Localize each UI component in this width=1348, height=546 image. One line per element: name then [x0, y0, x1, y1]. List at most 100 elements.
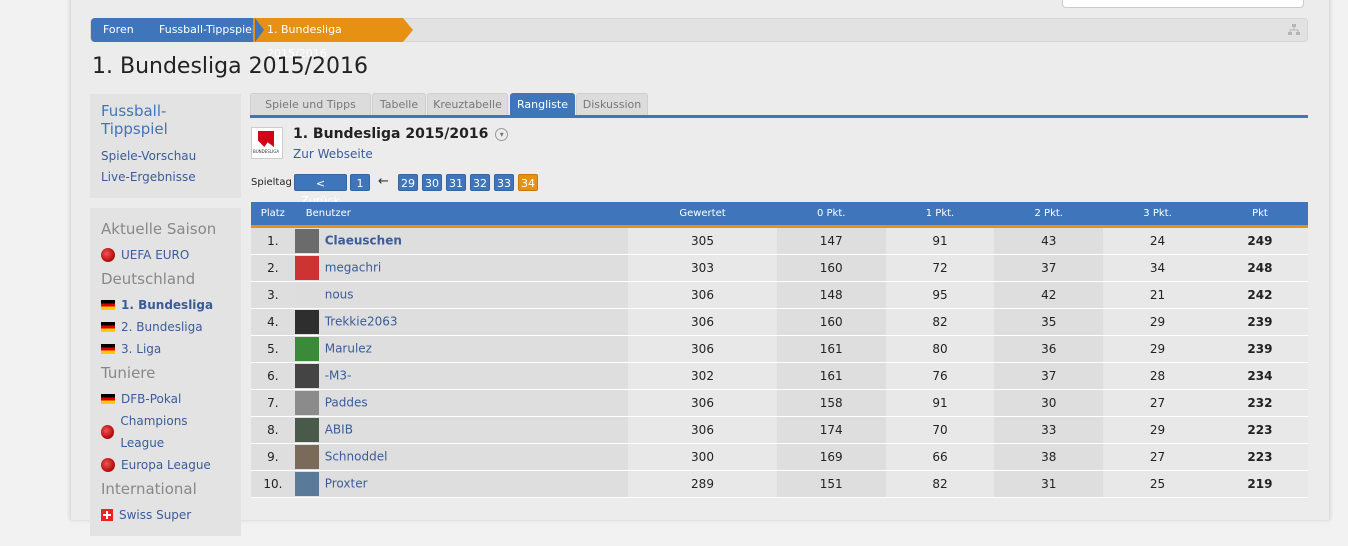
- table-row: 2. megachri 303 160 72 37 34 248: [251, 254, 1308, 282]
- cell-2-pkt: 42: [994, 281, 1104, 309]
- user-link[interactable]: nous: [325, 288, 354, 302]
- avatar[interactable]: [294, 418, 319, 442]
- tab-tabelle[interactable]: Tabelle: [372, 93, 426, 115]
- header-benutzer[interactable]: Benutzer: [294, 202, 629, 228]
- cell-pkt: 223: [1211, 416, 1308, 444]
- search-input[interactable]: [1062, 0, 1304, 8]
- avatar[interactable]: [294, 283, 319, 307]
- uefa-icon: [101, 248, 115, 262]
- user-link[interactable]: megachri: [325, 261, 382, 275]
- tab-spiele-und-tipps[interactable]: Spiele und Tipps: [250, 93, 371, 115]
- link-zur-webseite[interactable]: Zur Webseite: [293, 147, 373, 161]
- avatar[interactable]: [294, 310, 319, 334]
- page-button-31[interactable]: 31: [446, 174, 466, 191]
- cell-gewertet: 306: [628, 308, 777, 336]
- avatar[interactable]: [294, 472, 319, 496]
- league-title-text: 1. Bundesliga 2015/2016: [293, 126, 489, 142]
- cell-0-pkt: 174: [776, 416, 886, 444]
- user-link[interactable]: Marulez: [325, 342, 372, 356]
- user-link[interactable]: Trekkie2063: [325, 315, 398, 329]
- cell-benutzer: megachri: [294, 254, 629, 282]
- page-title: 1. Bundesliga 2015/2016: [92, 54, 368, 79]
- cell-1-pkt: 76: [885, 362, 995, 390]
- sidebar-item-champions-league[interactable]: Champions League: [101, 410, 230, 454]
- page-button-33[interactable]: 33: [494, 174, 514, 191]
- cell-0-pkt: 160: [776, 308, 886, 336]
- sidebar-title[interactable]: Fussball-Tippspiel: [101, 102, 230, 138]
- header-2-pkt[interactable]: 2 Pkt.: [994, 202, 1104, 228]
- header-gewertet[interactable]: Gewertet: [628, 202, 777, 228]
- cell-pkt: 248: [1211, 254, 1308, 282]
- cell-3-pkt: 25: [1103, 470, 1212, 498]
- table-row: 5. Marulez 306 161 80 36 29 239: [251, 335, 1308, 363]
- tab-rangliste[interactable]: Rangliste: [510, 93, 575, 115]
- user-link[interactable]: Claeuschen: [325, 234, 402, 248]
- dropdown-icon[interactable]: ▾: [495, 127, 509, 141]
- header-pkt[interactable]: Pkt: [1211, 202, 1308, 228]
- section-title-tuniere: Tuniere: [101, 364, 156, 382]
- cell-platz: 3.: [251, 281, 295, 309]
- header-0-pkt[interactable]: 0 Pkt.: [776, 202, 886, 228]
- avatar[interactable]: [294, 364, 319, 388]
- sidebar-item-label: DFB-Pokal: [121, 392, 182, 406]
- section-title-international: International: [101, 480, 197, 498]
- avatar[interactable]: [294, 256, 319, 280]
- sidebar-item-label: Swiss Super: [119, 508, 192, 522]
- link-spiele-vorschau[interactable]: Spiele-Vorschau: [101, 146, 230, 167]
- cell-benutzer: Schnoddel: [294, 443, 629, 471]
- sitemap-icon[interactable]: [1287, 23, 1301, 37]
- sidebar-item-dfb-pokal[interactable]: DFB-Pokal: [101, 388, 230, 410]
- sidebar: Fussball-Tippspiel Spiele-Vorschau Live-…: [90, 94, 241, 546]
- cell-3-pkt: 29: [1103, 335, 1212, 363]
- cell-2-pkt: 37: [994, 254, 1104, 282]
- user-link[interactable]: Proxter: [325, 477, 368, 491]
- tab-diskussion[interactable]: Diskussion: [576, 93, 648, 115]
- avatar[interactable]: [294, 391, 319, 415]
- header-1-pkt[interactable]: 1 Pkt.: [885, 202, 995, 228]
- sidebar-item-label: 1. Bundesliga: [121, 298, 214, 312]
- cell-1-pkt: 80: [885, 335, 995, 363]
- cell-pkt: 234: [1211, 362, 1308, 390]
- cell-0-pkt: 148: [776, 281, 886, 309]
- page-button-30[interactable]: 30: [422, 174, 442, 191]
- cell-benutzer: nous: [294, 281, 629, 309]
- link-live-ergebnisse[interactable]: Live-Ergebnisse: [101, 167, 230, 188]
- header-3-pkt[interactable]: 3 Pkt.: [1103, 202, 1212, 228]
- cell-platz: 5.: [251, 335, 295, 363]
- page-button-29[interactable]: 29: [398, 174, 418, 191]
- sidebar-item-3-liga[interactable]: 3. Liga: [101, 338, 230, 360]
- user-link[interactable]: Schnoddel: [325, 450, 388, 464]
- tab-kreuztabelle[interactable]: Kreuztabelle: [427, 93, 508, 115]
- cell-benutzer: Marulez: [294, 335, 629, 363]
- sidebar-item-label: UEFA EURO: [121, 248, 190, 262]
- cell-2-pkt: 30: [994, 389, 1104, 417]
- avatar[interactable]: [294, 445, 319, 469]
- cell-platz: 10.: [251, 470, 295, 498]
- breadcrumb-item-tippspiel[interactable]: Fussball-Tippspiel: [147, 18, 255, 42]
- back-button[interactable]: < Zurück: [294, 174, 347, 207]
- page-button-1[interactable]: 1: [350, 174, 370, 191]
- cell-benutzer: ABIB: [294, 416, 629, 444]
- uefa-icon: [101, 458, 115, 472]
- cell-0-pkt: 147: [776, 226, 886, 255]
- cell-benutzer: Claeuschen: [294, 226, 629, 255]
- user-link[interactable]: ABIB: [325, 423, 353, 437]
- breadcrumb: Foren Fussball-Tippspiel 1. Bundesliga 2…: [90, 18, 1308, 60]
- cell-0-pkt: 160: [776, 254, 886, 282]
- page-button-32[interactable]: 32: [470, 174, 490, 191]
- cell-pkt: 223: [1211, 443, 1308, 471]
- avatar[interactable]: [294, 229, 319, 253]
- cell-benutzer: -M3-: [294, 362, 629, 390]
- sidebar-item-swiss-super[interactable]: Swiss Super: [101, 504, 230, 526]
- user-link[interactable]: -M3-: [325, 369, 352, 383]
- page-button-34[interactable]: 34: [518, 174, 538, 191]
- header-platz[interactable]: Platz: [251, 202, 295, 228]
- avatar[interactable]: [294, 337, 319, 361]
- bundesliga-logo: [251, 127, 283, 159]
- sidebar-item-1-bundesliga[interactable]: 1. Bundesliga: [101, 294, 230, 316]
- user-link[interactable]: Paddes: [325, 396, 368, 410]
- sidebar-item-uefa-euro[interactable]: UEFA EURO: [101, 244, 230, 266]
- breadcrumb-item-foren[interactable]: Foren: [91, 18, 149, 42]
- sidebar-item-2-bundesliga[interactable]: 2. Bundesliga: [101, 316, 230, 338]
- sidebar-item-europa-league[interactable]: Europa League: [101, 454, 230, 476]
